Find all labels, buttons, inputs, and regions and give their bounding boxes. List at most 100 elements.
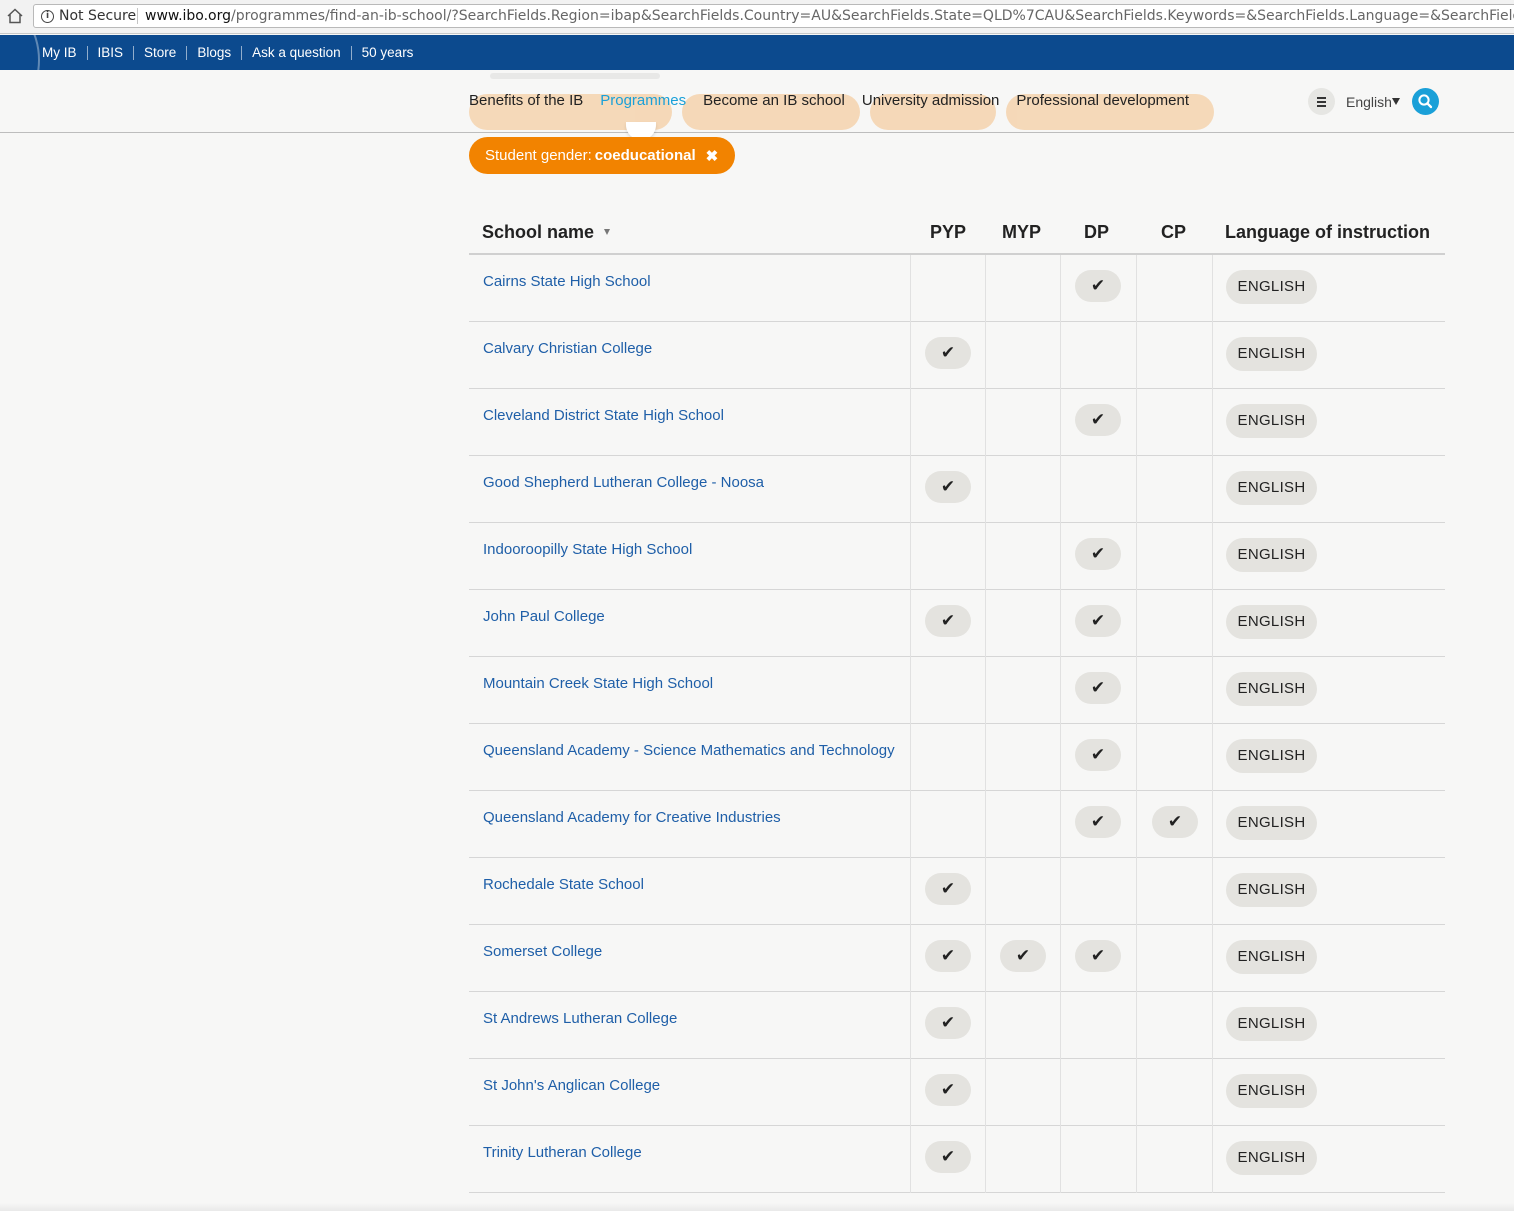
nav-become-school[interactable]: Become an IB school [703,92,845,109]
language-badge: ENGLISH [1226,1007,1317,1041]
menu-button[interactable] [1308,88,1335,115]
school-name-link[interactable]: St Andrews Lutheran College [483,1010,677,1027]
cell-divider [910,322,911,389]
cell-divider [910,389,911,456]
home-icon[interactable] [6,7,24,25]
cell-divider [1212,925,1213,992]
utility-link-store[interactable]: Store [134,45,186,60]
cell-divider [985,724,986,791]
cell-divider [1060,791,1061,858]
school-name-link[interactable]: Cleveland District State High School [483,407,724,424]
checkmark-icon: ✔ [1075,538,1121,570]
schools-table: School name PYP MYP DP CP Language of in… [469,214,1445,1193]
cell-divider [985,523,986,590]
school-name-link[interactable]: Mountain Creek State High School [483,675,713,692]
cell-divider [1212,523,1213,590]
cell-divider [1060,590,1061,657]
checkmark-icon: ✔ [1075,940,1121,972]
school-name-link[interactable]: Rochedale State School [483,876,644,893]
language-badge: ENGLISH [1226,806,1317,840]
info-icon[interactable]: i [41,10,54,23]
cell-divider [910,992,911,1059]
school-name-link[interactable]: Queensland Academy for Creative Industri… [483,809,781,826]
school-name-link[interactable]: Somerset College [483,943,602,960]
language-badge: ENGLISH [1226,404,1317,438]
cell-divider [1060,1059,1061,1126]
checkmark-icon: ✔ [925,1074,971,1106]
nav-professional-development[interactable]: Professional development [1016,92,1189,109]
cell-divider [1212,1059,1213,1126]
security-label: Not Secure [59,8,137,24]
sort-caret-icon[interactable] [604,229,611,235]
cell-divider [985,657,986,724]
language-badge: ENGLISH [1226,337,1317,371]
cell-divider [910,255,911,322]
table-row: Somerset College ✔ ✔ ✔ ENGLISH [469,925,1445,992]
cell-divider [985,791,986,858]
table-row: Rochedale State School ✔ ENGLISH [469,858,1445,925]
language-badge: ENGLISH [1226,1141,1317,1175]
language-badge: ENGLISH [1226,739,1317,773]
school-name-link[interactable]: St John's Anglican College [483,1077,660,1094]
cell-divider [1060,322,1061,389]
cell-divider [985,322,986,389]
language-badge: ENGLISH [1226,605,1317,639]
utility-link-blogs[interactable]: Blogs [187,45,241,60]
language-badge: ENGLISH [1226,1074,1317,1108]
utility-link-50-years[interactable]: 50 years [352,45,424,60]
nav-links: Benefits of the IB Programmes Become an … [469,92,1206,109]
cell-divider [1136,322,1137,389]
school-name-link[interactable]: Indooroopilly State High School [483,541,692,558]
url-field[interactable]: i Not Secure www.ibo.org/programmes/find… [33,4,1514,28]
utility-link-ask-question[interactable]: Ask a question [242,45,351,60]
column-header-dp: DP [1084,222,1110,242]
cell-divider [910,858,911,925]
cell-divider [1060,925,1061,992]
language-badge: ENGLISH [1226,672,1317,706]
table-row: Mountain Creek State High School ✔ ENGLISH [469,657,1445,724]
cell-divider [910,523,911,590]
table-row: Calvary Christian College ✔ ENGLISH [469,322,1445,389]
cell-divider [1136,590,1137,657]
cell-divider [985,858,986,925]
cell-divider [1060,992,1061,1059]
cell-divider [1136,1126,1137,1193]
caret-down-icon[interactable] [1392,98,1400,105]
cell-divider [1212,1126,1213,1193]
language-badge: ENGLISH [1226,471,1317,505]
ghost-breadcrumb [490,73,660,79]
search-button[interactable] [1412,88,1439,115]
column-header-pyp: PYP [930,222,967,242]
table-row: Queensland Academy for Creative Industri… [469,791,1445,858]
checkmark-icon: ✔ [925,605,971,637]
school-name-link[interactable]: Good Shepherd Lutheran College - Noosa [483,474,764,491]
cell-divider [1212,456,1213,523]
school-name-link[interactable]: Trinity Lutheran College [483,1144,642,1161]
checkmark-icon: ✔ [1075,739,1121,771]
search-icon [1418,94,1433,109]
table-row: John Paul College ✔ ✔ ENGLISH [469,590,1445,657]
checkmark-icon: ✔ [1075,806,1121,838]
table-row: Indooroopilly State High School ✔ ENGLISH [469,523,1445,590]
table-row: Cleveland District State High School ✔ ENG… [469,389,1445,456]
cell-divider [910,1126,911,1193]
nav-university-admission[interactable]: University admission [862,92,1000,109]
school-name-link[interactable]: John Paul College [483,608,605,625]
table-header: School name PYP MYP DP CP Language of in… [469,214,1445,255]
filter-chip-student-gender[interactable]: Student gender: coeducational ✖ [469,137,735,174]
checkmark-icon: ✔ [1075,270,1121,302]
school-name-link[interactable]: Cairns State High School [483,273,651,290]
language-selector[interactable]: English [1346,94,1392,110]
utility-link-ibis[interactable]: IBIS [88,45,134,60]
nav-benefits[interactable]: Benefits of the IB [469,92,583,109]
column-header-school[interactable]: School name [482,222,611,243]
cell-divider [1212,791,1213,858]
school-name-link[interactable]: Calvary Christian College [483,340,652,357]
column-header-myp: MYP [1002,222,1042,242]
close-icon[interactable]: ✖ [706,147,719,165]
school-name-link[interactable]: Queensland Academy - Science Mathematics… [483,742,895,759]
utility-link-my-ib[interactable]: My IB [32,45,87,60]
nav-programmes[interactable]: Programmes [600,92,686,109]
language-badge: ENGLISH [1226,873,1317,907]
checkmark-icon: ✔ [925,873,971,905]
